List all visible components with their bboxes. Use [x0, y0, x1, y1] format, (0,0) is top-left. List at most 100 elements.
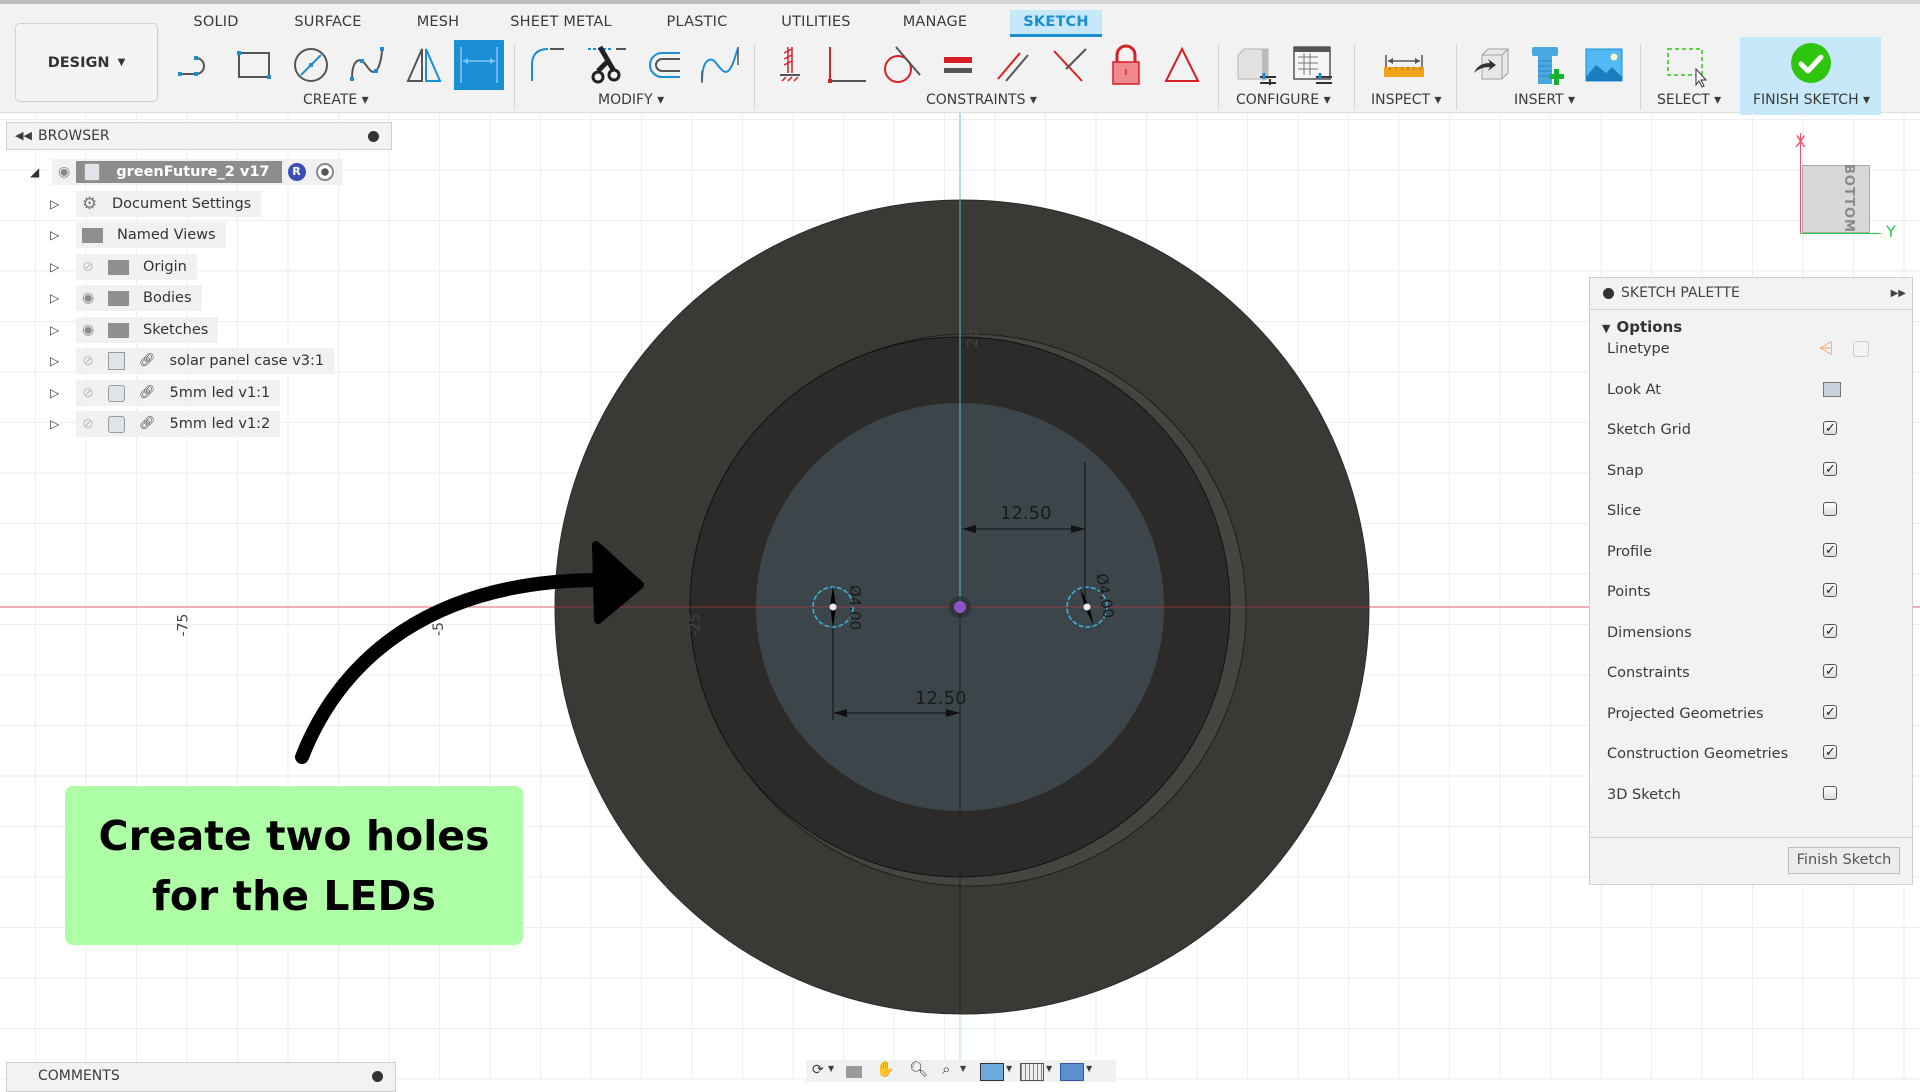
folder-icon	[108, 322, 129, 338]
chevron-down-icon[interactable]: ▼	[960, 1064, 966, 1073]
expand-triangle-icon[interactable]: ▷	[50, 197, 76, 211]
palette-header[interactable]: SKETCH PALETTE ▶▶	[1590, 278, 1912, 310]
options-section-toggle[interactable]: ▼ Options	[1602, 318, 1682, 336]
bottom-spacing-dimension[interactable]: 12.50	[915, 688, 967, 709]
chevron-down-icon[interactable]: ▼	[1086, 1064, 1092, 1073]
expand-triangle-icon[interactable]: ▷	[50, 260, 76, 274]
viewcube-y-axis	[1800, 233, 1881, 234]
browser-item-label: Named Views	[117, 227, 216, 243]
eye-icon[interactable]: ◉	[82, 317, 100, 343]
palette-option-row: Constraints	[1607, 660, 1897, 685]
browser-item[interactable]: ▷ ⊘ 🔗︎ solar panel case v3:1	[50, 348, 335, 374]
pan-icon[interactable]: ✋	[876, 1060, 895, 1078]
axis-tick-label: 25	[964, 329, 981, 347]
eye-hidden-icon[interactable]: ⊘	[82, 380, 100, 406]
add-comment-icon[interactable]	[372, 1071, 383, 1082]
palette-option-label: Points	[1607, 584, 1651, 600]
palette-option-row: Look At	[1607, 378, 1897, 402]
palette-option-label: Profile	[1607, 543, 1653, 560]
grid-snaps-icon[interactable]	[1020, 1063, 1044, 1081]
palette-option-label: Linetype	[1607, 341, 1670, 357]
body-icon	[108, 384, 125, 402]
expand-triangle-icon[interactable]: ▷	[50, 354, 76, 368]
eye-icon[interactable]: ◉	[58, 164, 70, 180]
palette-checkbox[interactable]	[1823, 502, 1837, 516]
palette-finish-sketch-button[interactable]: Finish Sketch	[1788, 847, 1900, 874]
reference-badge[interactable]: R	[287, 163, 306, 181]
palette-option-row: Dimensions	[1607, 620, 1897, 645]
palette-option-row: Points	[1607, 579, 1897, 604]
expand-triangle-icon[interactable]: ▷	[50, 291, 76, 305]
chevron-down-icon[interactable]: ▼	[1046, 1064, 1052, 1073]
tree-root[interactable]: ◢ ◉ greenFuture_2 v17 R	[30, 159, 342, 185]
chevron-down-icon[interactable]: ▼	[1006, 1064, 1012, 1073]
palette-divider	[1590, 837, 1912, 838]
expand-triangle-icon[interactable]: ▷	[50, 323, 76, 337]
expand-right-icon[interactable]: ▶▶	[1891, 278, 1906, 309]
expand-triangle-icon[interactable]: ▷	[50, 386, 76, 400]
expand-triangle-icon[interactable]: ▷	[50, 417, 76, 431]
viewcube-face-label: BOTTOM	[1840, 164, 1856, 233]
expand-triangle-icon[interactable]: ▷	[50, 228, 76, 242]
fit-icon[interactable]: ⌕	[942, 1060, 950, 1078]
palette-checkbox[interactable]	[1823, 417, 1837, 441]
browser-item[interactable]: ▷ ⊘ 🔗︎ 5mm led v1:2	[50, 411, 281, 437]
axis-tick-label: -75	[175, 613, 192, 637]
palette-option-label: Constraints	[1607, 665, 1690, 681]
palette-checkbox[interactable]	[1823, 785, 1837, 800]
collapse-icon[interactable]	[1603, 288, 1614, 299]
link-icon: 🔗︎	[139, 385, 156, 400]
callout-line-2: for the LEDs	[152, 871, 436, 920]
document-name: greenFuture_2 v17	[116, 164, 270, 180]
construction-linetype-icon[interactable]: ⩤	[1819, 337, 1833, 361]
orbit-icon[interactable]: ⟳	[812, 1062, 824, 1078]
centerline-linetype-icon[interactable]	[1853, 341, 1869, 357]
browser-item[interactable]: ▷ ◉ Bodies	[50, 285, 202, 311]
collapse-triangle-icon[interactable]: ◢	[30, 165, 52, 179]
look-at-icon[interactable]	[846, 1066, 862, 1078]
top-spacing-dimension[interactable]: 12.50	[1000, 503, 1052, 524]
browser-item-label: Origin	[143, 259, 187, 275]
palette-checkbox[interactable]	[1823, 458, 1837, 482]
sketch-palette: SKETCH PALETTE ▶▶ ▼ Options Linetype ⩤ Look…	[1589, 277, 1913, 885]
left-hole-diameter-dimension[interactable]: Ø4.00	[846, 585, 864, 630]
display-settings-icon[interactable]	[980, 1063, 1004, 1081]
left-hole-center	[829, 603, 837, 611]
browser-panel-header[interactable]: ◀◀ BROWSER	[6, 122, 392, 150]
palette-option-label: Snap	[1607, 462, 1644, 479]
palette-checkbox[interactable]	[1823, 579, 1837, 603]
eye-hidden-icon[interactable]: ⊘	[82, 348, 100, 374]
folder-icon	[108, 259, 129, 275]
pin-icon[interactable]	[368, 131, 379, 142]
palette-option-row: Profile	[1607, 539, 1897, 564]
viewports-icon[interactable]	[1060, 1063, 1084, 1081]
activate-radio[interactable]	[315, 163, 334, 181]
palette-option-row: Construction Geometries	[1607, 741, 1897, 766]
comments-panel[interactable]: COMMENTS	[6, 1062, 396, 1092]
viewcube[interactable]: BOTTOM	[1800, 133, 1881, 234]
eye-hidden-icon[interactable]: ⊘	[82, 254, 100, 280]
browser-item[interactable]: ▷ ⊘ Origin	[50, 254, 197, 280]
browser-item[interactable]: ▷ ⚙ Document Settings	[50, 191, 262, 217]
palette-option-row: 3D Sketch	[1607, 783, 1897, 807]
palette-checkbox[interactable]	[1823, 539, 1837, 563]
collapse-left-icon[interactable]: ◀◀	[15, 123, 32, 149]
palette-checkbox[interactable]	[1823, 660, 1837, 684]
palette-checkbox[interactable]	[1823, 620, 1837, 644]
body-icon	[108, 415, 125, 433]
chevron-down-icon[interactable]: ▼	[828, 1064, 834, 1073]
browser-title: BROWSER	[38, 128, 110, 144]
palette-option-row: Slice	[1607, 499, 1897, 523]
eye-hidden-icon[interactable]: ⊘	[82, 411, 100, 437]
expand-triangle-icon: ▼	[1602, 322, 1611, 335]
look-at-icon[interactable]	[1823, 381, 1841, 397]
palette-checkbox[interactable]	[1823, 701, 1837, 725]
palette-checkbox[interactable]	[1823, 741, 1837, 765]
browser-item[interactable]: ▷ ◉ Sketches	[50, 317, 219, 343]
browser-item-label: Document Settings	[112, 196, 252, 212]
eye-icon[interactable]: ◉	[82, 285, 100, 311]
zoom-icon[interactable]: 🔍︎	[909, 1060, 928, 1078]
browser-item[interactable]: ▷ Named Views	[50, 222, 226, 248]
browser-item[interactable]: ▷ ⊘ 🔗︎ 5mm led v1:1	[50, 380, 281, 406]
viewcube-face[interactable]	[1802, 165, 1870, 233]
